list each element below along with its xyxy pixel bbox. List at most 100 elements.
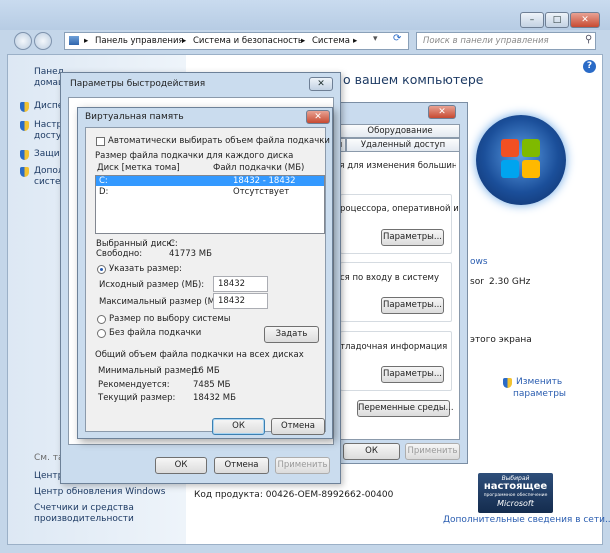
custom-size-radio[interactable] <box>97 265 106 274</box>
close-button[interactable]: ✕ <box>570 12 600 28</box>
perf-cancel-button[interactable]: Отмена <box>214 457 269 474</box>
pagefile-section-title: Размер файла подкачки для каждого диска <box>95 151 294 161</box>
vm-dialog-title: Виртуальная память <box>85 112 184 122</box>
windows-edition-text: ows <box>470 257 488 267</box>
tab-hardware[interactable]: Оборудование <box>340 124 460 138</box>
selected-disk-label: Выбранный диск: <box>96 239 175 249</box>
processor-label: sor <box>470 277 484 287</box>
address-bar[interactable]: ▸ Панель управления ▸ Система и безопасн… <box>64 32 409 50</box>
search-input[interactable]: Поиск в панели управления <box>416 32 596 50</box>
flag-blue <box>501 160 519 178</box>
flag-green <box>522 139 540 157</box>
maximize-button[interactable]: □ <box>545 12 569 28</box>
sidebar-item-remote[interactable]: Настр <box>34 120 62 130</box>
initial-size-label: Исходный размер (МБ): <box>99 280 205 290</box>
user-profiles-desc: ся по входу в систему <box>340 273 440 283</box>
system-managed-label: Размер по выбору системы <box>109 314 231 324</box>
drive-row-disk[interactable]: D: <box>99 187 108 197</box>
crumb-sep-icon: ▸ <box>353 36 358 46</box>
vm-cancel-button[interactable]: Отмена <box>271 418 325 435</box>
custom-size-label: Указать размер: <box>109 264 182 274</box>
genuine-microsoft-badge[interactable]: Выбирай настоящее программное обеспечени… <box>478 473 553 513</box>
max-size-label: Максимальный размер (МБ): <box>99 297 227 307</box>
help-icon[interactable]: ? <box>583 60 596 73</box>
recommended-value: 7485 МБ <box>193 380 231 390</box>
back-button[interactable] <box>14 32 32 50</box>
perf-ok-button[interactable]: ОК <box>155 457 207 474</box>
search-icon[interactable]: ⚲ <box>585 34 592 45</box>
startup-settings-button[interactable]: Параметры... <box>381 366 444 383</box>
processor-value: 2.30 GHz <box>489 277 531 287</box>
perf-window-title: Параметры быстродействия <box>70 79 206 89</box>
change-settings-link[interactable]: Изменить <box>516 377 562 387</box>
auto-pagefile-checkbox[interactable] <box>96 137 105 146</box>
sidebar-link-perf-tools-2[interactable]: производительности <box>34 514 134 524</box>
genuine-line3: программное обеспечение <box>483 493 548 498</box>
product-id: Код продукта: 00426-OEM-8992662-00400 <box>194 490 394 500</box>
change-settings-link-2[interactable]: параметры <box>513 389 566 399</box>
shield-icon <box>20 167 29 177</box>
drive-row-size[interactable]: 18432 - 18432 <box>233 176 296 186</box>
crumb-control-panel[interactable]: Панель управления <box>95 36 184 46</box>
vm-ok-button[interactable]: ОК <box>212 418 265 435</box>
startup-desc: тладочная информация <box>340 342 448 352</box>
shield-icon <box>20 102 29 112</box>
genuine-line2: настоящее <box>483 481 548 492</box>
crumb-system[interactable]: Система <box>312 36 350 46</box>
sidebar-link-windows-update[interactable]: Центр обновления Windows <box>34 487 165 497</box>
crumb-sep-icon: ▸ <box>84 36 89 46</box>
max-size-input[interactable]: 18432 <box>213 293 268 309</box>
environment-variables-button[interactable]: Переменные среды... <box>357 400 454 417</box>
profiles-settings-button[interactable]: Параметры... <box>381 297 444 314</box>
admin-note: ля для изменения большинства <box>334 161 456 171</box>
shield-icon <box>20 121 29 131</box>
minimize-button[interactable]: – <box>520 12 544 28</box>
tab-remote[interactable]: Удаленный доступ <box>346 138 460 152</box>
drive-row-size[interactable]: Отсутствует <box>233 187 289 197</box>
free-space-value: 41773 МБ <box>169 249 212 259</box>
free-space-label: Свободно: <box>96 249 143 259</box>
performance-settings-button[interactable]: Параметры... <box>381 229 444 246</box>
no-paging-radio[interactable] <box>97 329 106 338</box>
perf-apply-button[interactable]: Применить <box>275 457 330 474</box>
control-panel-icon <box>69 36 79 45</box>
set-button[interactable]: Задать <box>264 326 319 343</box>
min-size-value: 16 МБ <box>193 366 220 376</box>
sidebar-link-action-center[interactable]: Центр <box>34 471 63 481</box>
crumb-sep-icon: ▸ <box>301 36 306 46</box>
display-text: этого экрана <box>470 335 532 345</box>
drive-row-disk[interactable]: C: <box>99 176 108 186</box>
crumb-system-security[interactable]: Система и безопасность <box>193 36 303 46</box>
total-section-title: Общий объем файла подкачки на всех диска… <box>95 350 304 360</box>
current-size-value: 18432 МБ <box>193 393 236 403</box>
sidebar-item-advanced-2[interactable]: систе <box>34 177 61 187</box>
windows-logo-icon <box>476 115 566 205</box>
flag-yellow <box>522 160 540 178</box>
page-title: о вашем компьютере <box>343 72 484 87</box>
initial-size-input[interactable]: 18432 <box>213 276 268 292</box>
col-disk-header: Диск [метка тома] <box>97 163 180 173</box>
system-managed-radio[interactable] <box>97 315 106 324</box>
selected-disk-value: C: <box>169 239 178 249</box>
sidebar-item-device-manager[interactable]: Диспе <box>34 101 63 111</box>
sys-apply-button[interactable]: Применить <box>405 443 460 460</box>
shield-icon <box>20 150 29 160</box>
current-size-label: Текущий размер: <box>98 393 176 403</box>
crumb-sep-icon: ▸ <box>182 36 187 46</box>
more-info-link[interactable]: Дополнительные сведения в сети... <box>443 515 610 525</box>
dropdown-arrow-icon[interactable]: ▾ <box>373 34 378 44</box>
sys-ok-button[interactable]: ОК <box>343 443 400 460</box>
performance-desc: роцессора, оперативной и <box>340 204 459 214</box>
refresh-icon[interactable]: ⟳ <box>393 33 401 44</box>
forward-button[interactable] <box>34 32 52 50</box>
flag-red <box>501 139 519 157</box>
perf-close-button[interactable]: ✕ <box>309 77 333 91</box>
no-paging-label: Без файла подкачки <box>109 328 202 338</box>
sys-close-button[interactable]: ✕ <box>428 105 456 119</box>
col-size-header: Файл подкачки (МБ) <box>213 163 305 173</box>
vm-close-button[interactable]: ✕ <box>306 110 330 124</box>
window-titlebar <box>0 0 610 30</box>
sidebar-link-perf-tools[interactable]: Счетчики и средства <box>34 503 134 513</box>
auto-pagefile-label: Автоматически выбирать объем файла подка… <box>108 136 330 146</box>
min-size-label: Минимальный размер: <box>98 366 200 376</box>
